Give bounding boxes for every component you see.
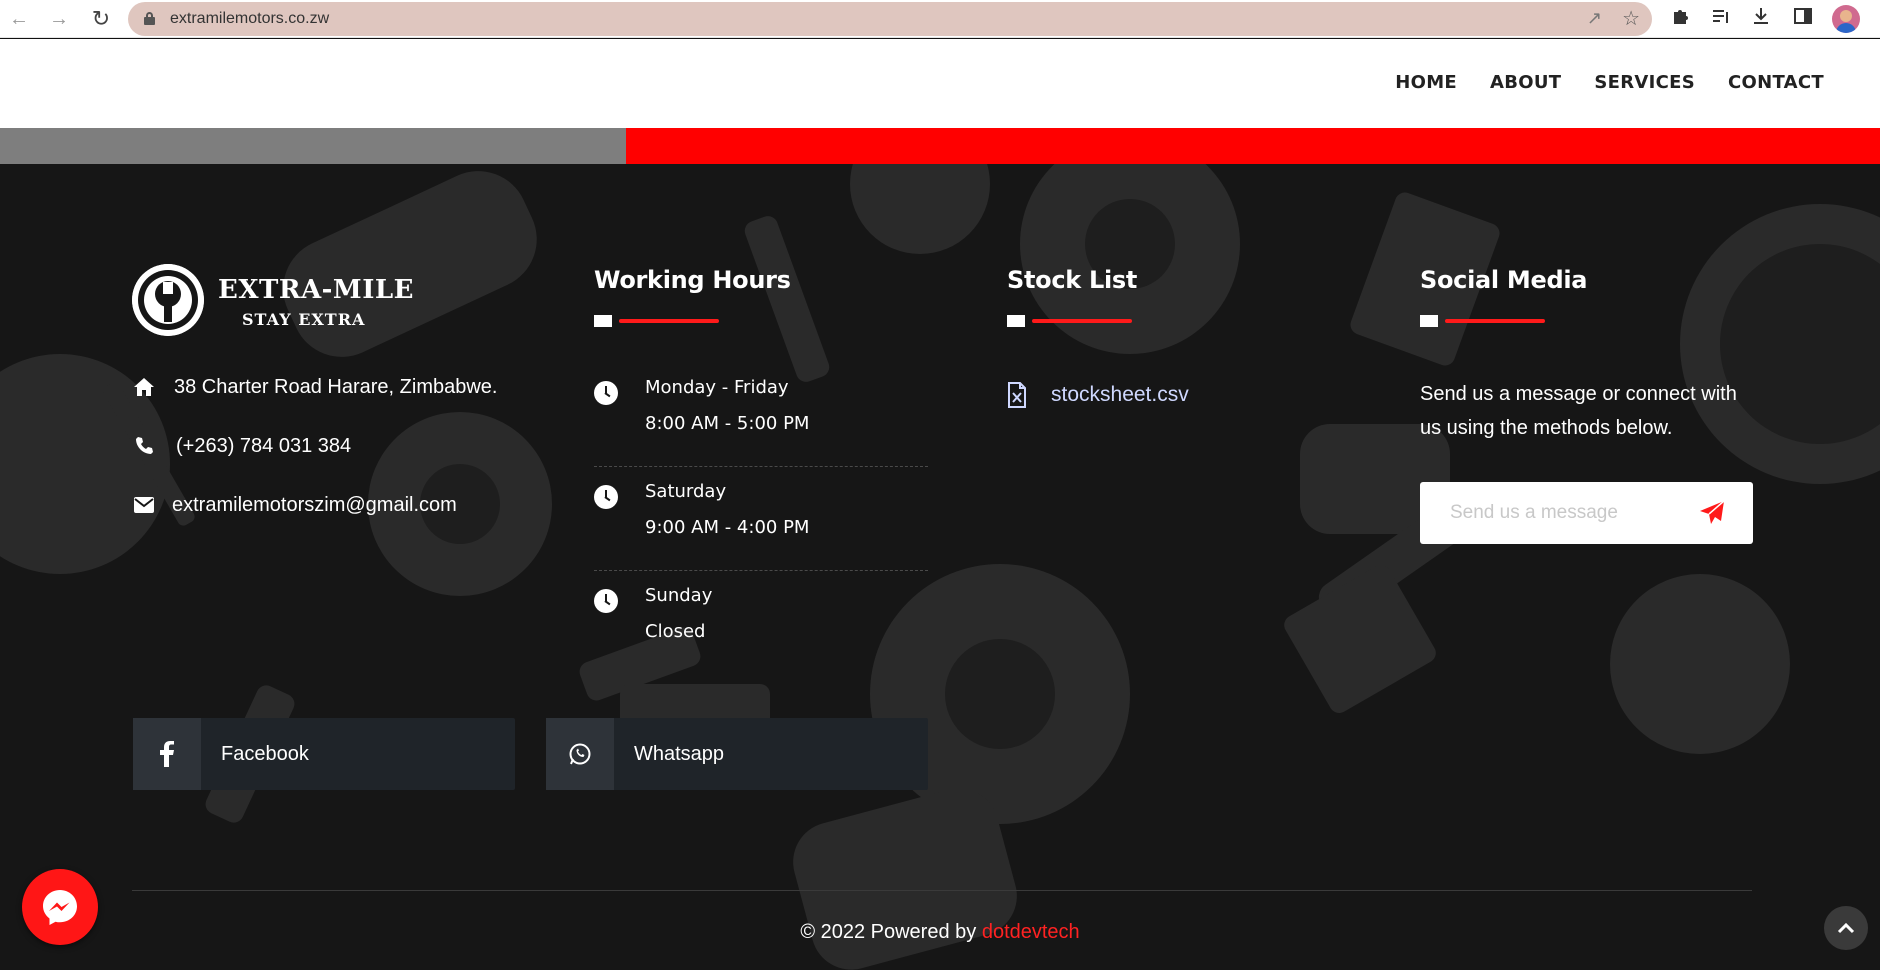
messenger-chat-button[interactable] (22, 869, 98, 945)
chevron-up-icon (1837, 922, 1855, 934)
envelope-icon (132, 493, 156, 517)
site-header: HOME ABOUT SERVICES CONTACT (0, 39, 1880, 128)
hours-day: Monday - Friday (645, 377, 789, 398)
phone-icon (132, 434, 156, 458)
whatsapp-button[interactable]: Whatsapp (546, 718, 928, 790)
working-hours-title-underline (594, 315, 724, 327)
social-media-title: Social Media (1420, 266, 1588, 294)
home-icon (132, 375, 156, 399)
hours-time: 9:00 AM - 4:00 PM (645, 517, 810, 538)
email-text[interactable]: extramilemotorszim@gmail.com (172, 494, 457, 517)
stock-list-title: Stock List (1007, 266, 1138, 294)
send-paper-plane-icon[interactable] (1699, 500, 1725, 526)
nav-contact[interactable]: CONTACT (1728, 72, 1824, 93)
address-bar[interactable]: extramilemotors.co.zw ↗ ☆ (128, 2, 1652, 36)
logo-wrench-icon (132, 264, 204, 336)
nav-about[interactable]: ABOUT (1490, 72, 1561, 93)
stock-list-title-underline (1007, 315, 1137, 327)
logo-tagline: STAY EXTRA (242, 310, 366, 329)
hours-row-saturday: Saturday 9:00 AM - 4:00 PM (594, 467, 928, 571)
hours-row-sunday: Sunday Closed (594, 571, 928, 675)
reload-icon[interactable]: ↻ (88, 6, 114, 32)
forward-arrow-icon[interactable]: → (46, 6, 72, 32)
hours-day: Sunday (645, 585, 713, 606)
accent-bar-red (626, 128, 1880, 164)
working-hours-title: Working Hours (594, 266, 791, 294)
excel-file-icon (1008, 382, 1026, 408)
clock-icon (594, 485, 618, 509)
clock-icon (594, 589, 618, 613)
browser-toolbar: ← → ↻ extramilemotors.co.zw ↗ ☆ (0, 0, 1880, 38)
site-footer: EXTRA-MILE STAY EXTRA 38 Charter Road Ha… (0, 164, 1880, 970)
hours-row-weekdays: Monday - Friday 8:00 AM - 5:00 PM (594, 363, 928, 467)
logo-name: EXTRA-MILE (218, 275, 414, 305)
hours-time: Closed (645, 621, 706, 642)
nav-services[interactable]: SERVICES (1594, 72, 1695, 93)
address-row: 38 Charter Road Harare, Zimbabwe. (132, 375, 497, 399)
footer-divider (132, 890, 1752, 891)
whatsapp-label: Whatsapp (634, 742, 725, 765)
profile-avatar[interactable] (1832, 5, 1860, 33)
message-box (1420, 482, 1753, 544)
accent-bar-grey (0, 128, 626, 164)
stock-file-name[interactable]: stocksheet.csv (1051, 383, 1189, 407)
footer-logo[interactable]: EXTRA-MILE STAY EXTRA (132, 264, 413, 338)
facebook-label: Facebook (221, 742, 309, 765)
copyright: © 2022 Powered by dotdevtech (0, 921, 1880, 944)
clock-icon (594, 381, 618, 405)
share-icon[interactable]: ↗ (1587, 8, 1602, 29)
copyright-text: © 2022 Powered by (800, 921, 982, 943)
download-icon[interactable] (1748, 6, 1774, 32)
stock-file-link[interactable]: stocksheet.csv (1007, 382, 1189, 408)
hours-day: Saturday (645, 481, 727, 502)
bookmark-star-icon[interactable]: ☆ (1622, 6, 1640, 31)
message-input[interactable] (1450, 500, 1680, 526)
whatsapp-icon (546, 718, 614, 790)
extensions-puzzle-icon[interactable] (1668, 6, 1694, 32)
nav-home[interactable]: HOME (1395, 72, 1457, 93)
lock-icon (144, 12, 155, 25)
messenger-icon (43, 890, 77, 925)
social-media-title-underline (1420, 315, 1550, 327)
phone-row: (+263) 784 031 384 (132, 434, 351, 458)
social-media-text: Send us a message or connect with us usi… (1420, 383, 1737, 439)
url-text[interactable]: extramilemotors.co.zw (170, 10, 329, 28)
address-text: 38 Charter Road Harare, Zimbabwe. (174, 375, 498, 398)
back-arrow-icon[interactable]: ← (6, 6, 32, 32)
email-row: extramilemotorszim@gmail.com (132, 493, 457, 517)
main-nav: HOME ABOUT SERVICES CONTACT (1395, 72, 1824, 93)
hours-time: 8:00 AM - 5:00 PM (645, 413, 810, 434)
copyright-brand-link[interactable]: dotdevtech (982, 921, 1080, 943)
side-panel-icon[interactable] (1790, 6, 1816, 32)
phone-text[interactable]: (+263) 784 031 384 (176, 435, 351, 458)
scroll-to-top-button[interactable] (1824, 906, 1868, 950)
facebook-icon (133, 718, 201, 790)
facebook-button[interactable]: Facebook (133, 718, 515, 790)
reading-list-icon[interactable] (1708, 6, 1734, 32)
